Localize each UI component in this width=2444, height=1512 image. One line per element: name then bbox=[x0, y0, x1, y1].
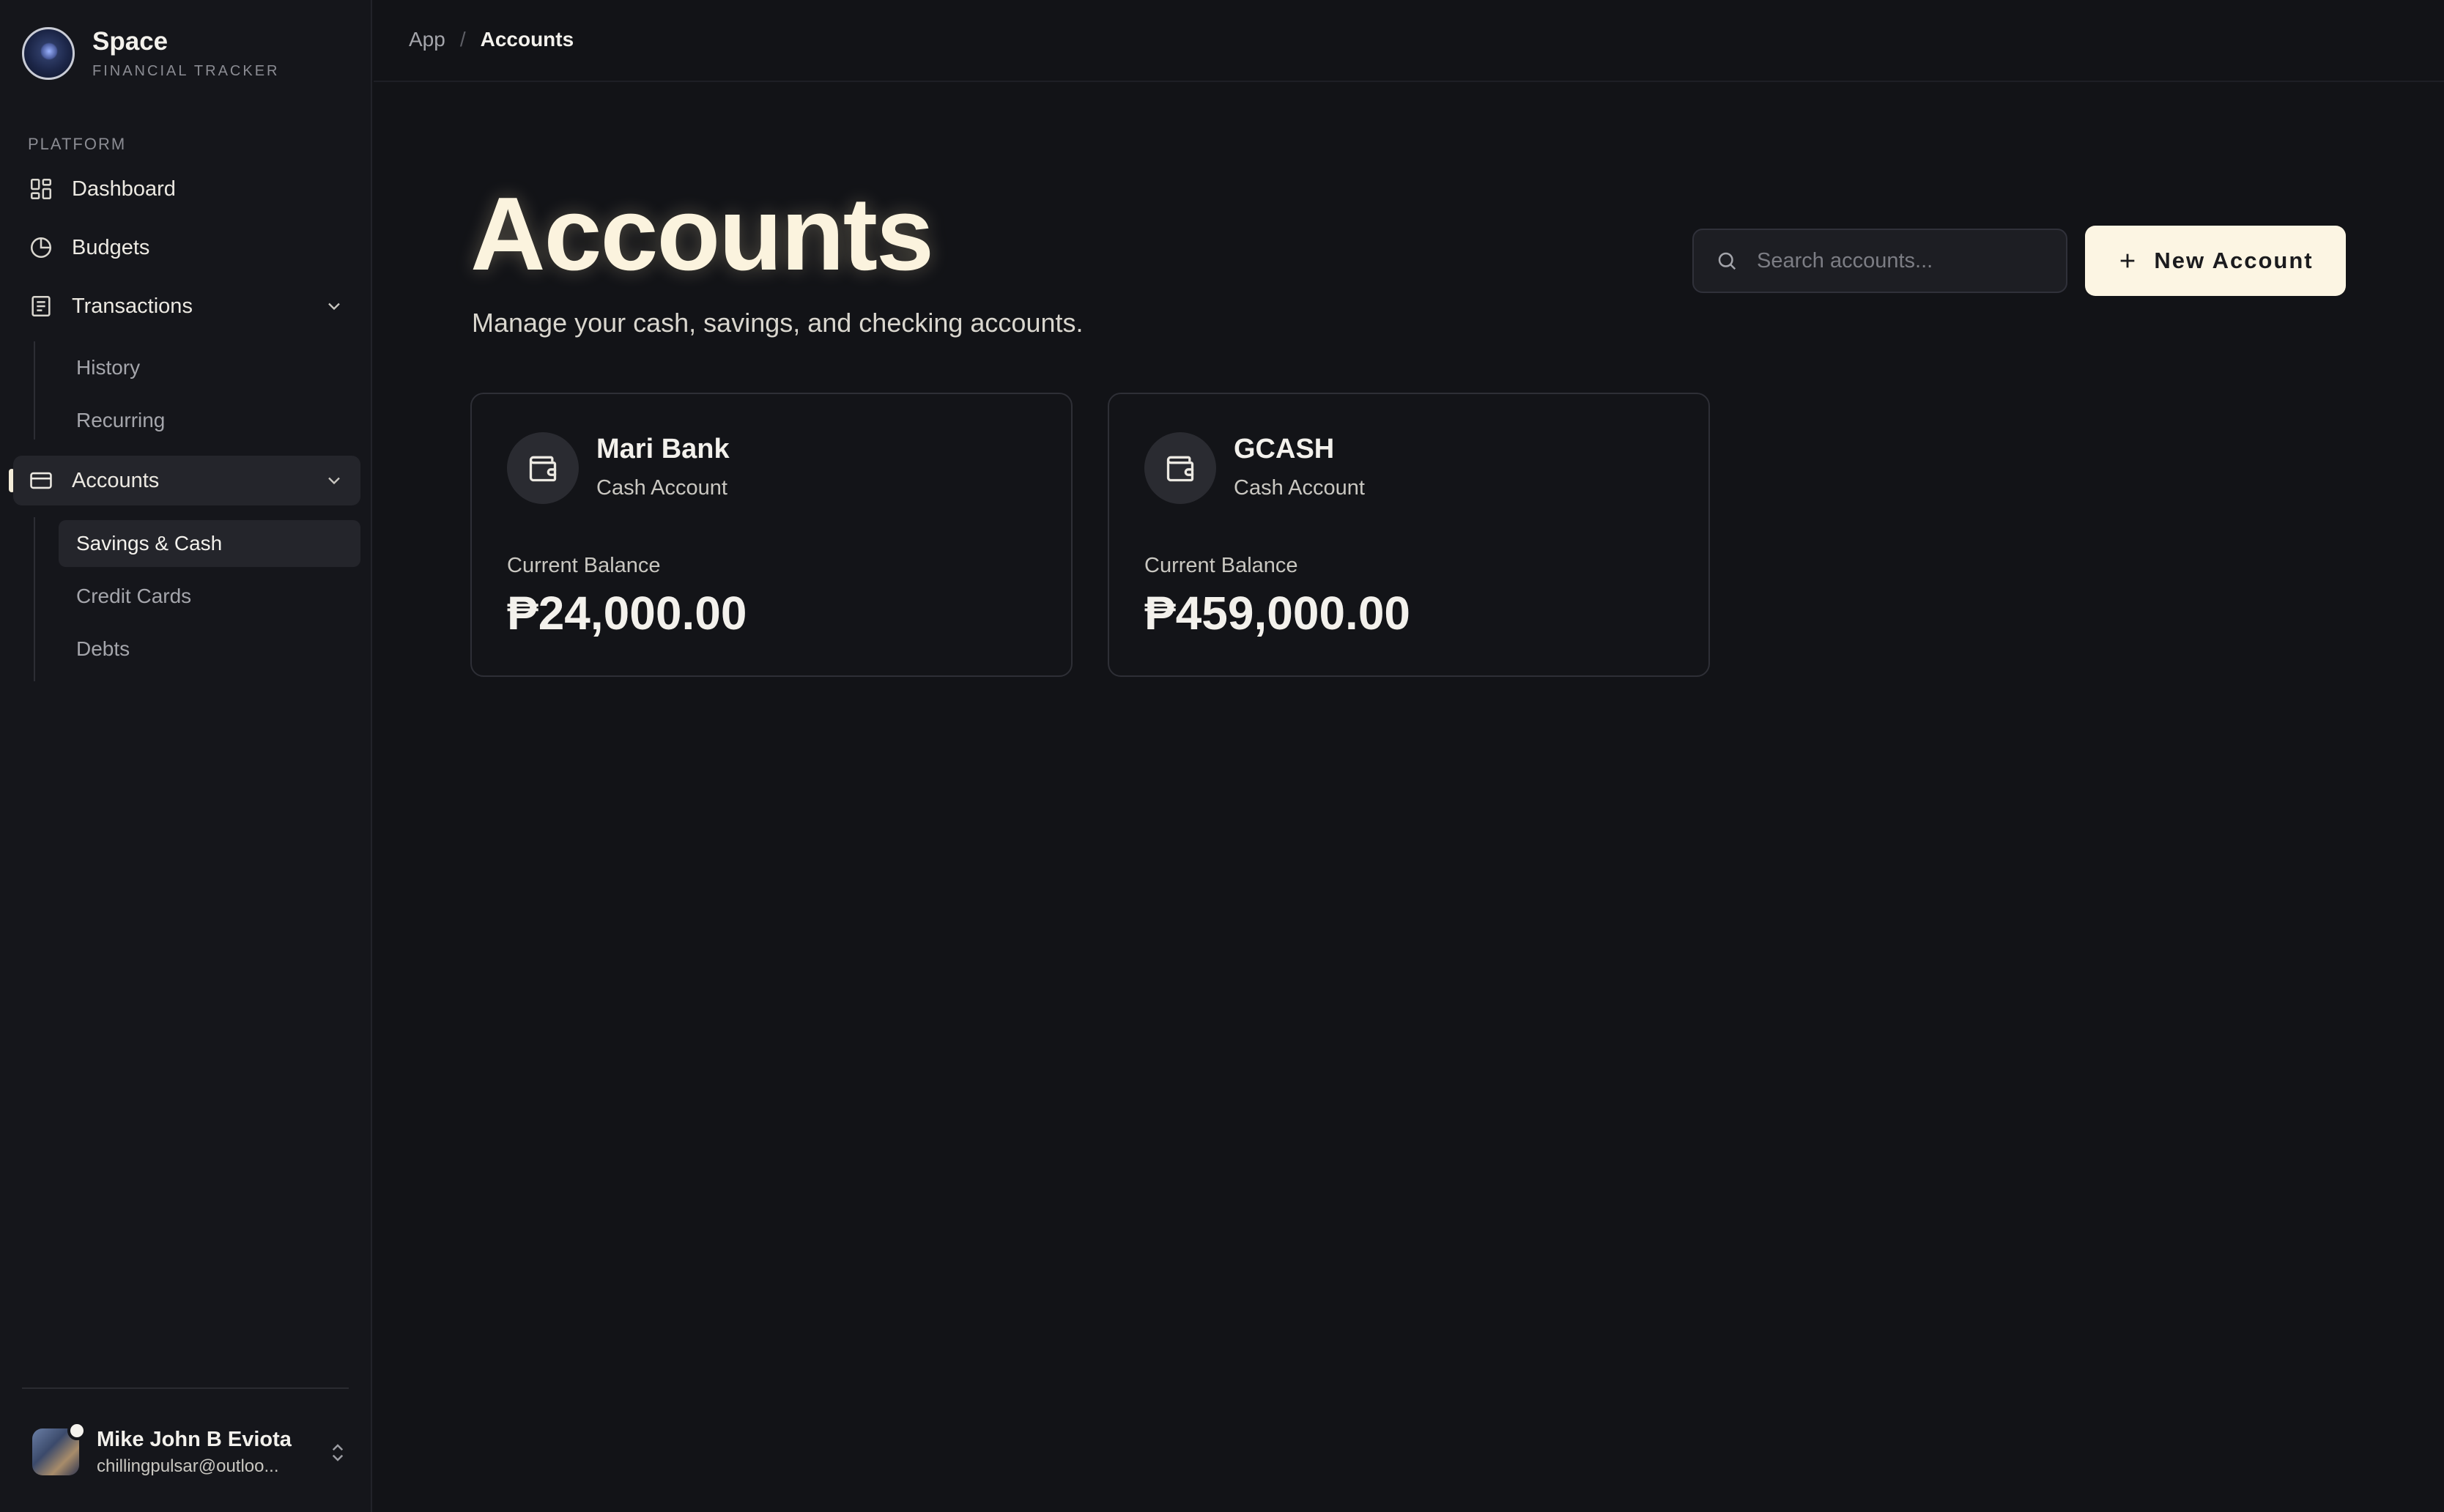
chevrons-up-down-icon[interactable] bbox=[327, 1440, 349, 1465]
account-name: Mari Bank bbox=[596, 434, 730, 464]
breadcrumb: App / Accounts bbox=[409, 28, 574, 51]
page-subtitle: Manage your cash, savings, and checking … bbox=[472, 308, 1084, 338]
sidebar-item-label: Dashboard bbox=[72, 177, 176, 201]
sidebar-item-label: Accounts bbox=[72, 468, 160, 492]
new-account-label: New Account bbox=[2154, 248, 2314, 273]
submenu-guide-line bbox=[34, 341, 35, 440]
balance-label: Current Balance bbox=[1144, 554, 1298, 577]
status-dot bbox=[67, 1421, 86, 1440]
space-logo-icon bbox=[22, 26, 75, 80]
page-title: Accounts bbox=[470, 176, 934, 292]
account-card-mari-bank[interactable]: Mari Bank Cash Account Current Balance ₱… bbox=[470, 393, 1073, 677]
sidebar-subitem-savings-cash[interactable]: Savings & Cash bbox=[59, 520, 360, 567]
user-name: Mike John B Eviota bbox=[97, 1427, 292, 1451]
sidebar: Space FINANCIAL TRACKER PLATFORM Dashboa… bbox=[0, 0, 372, 1512]
receipt-icon bbox=[28, 293, 54, 319]
sidebar-item-accounts[interactable]: Accounts bbox=[13, 456, 360, 505]
avatar bbox=[32, 1421, 86, 1475]
sidebar-item-label: Budgets bbox=[72, 235, 150, 259]
breadcrumb-current: Accounts bbox=[480, 28, 574, 51]
user-email: chillingpulsar@outloo... bbox=[97, 1456, 279, 1476]
brand[interactable]: Space FINANCIAL TRACKER bbox=[22, 26, 279, 80]
search-input[interactable] bbox=[1757, 248, 2050, 273]
app-subtitle: FINANCIAL TRACKER bbox=[92, 63, 280, 79]
search-icon bbox=[1718, 252, 1736, 270]
wallet-icon bbox=[1144, 432, 1216, 504]
account-balance: ₱24,000.00 bbox=[507, 587, 747, 640]
breadcrumb-separator: / bbox=[459, 28, 466, 51]
sidebar-item-label: Transactions bbox=[72, 294, 193, 318]
plus-icon bbox=[2117, 251, 2138, 271]
sidebar-subitem-debts[interactable]: Debts bbox=[59, 626, 360, 672]
wallet-icon bbox=[507, 432, 579, 504]
account-name: GCASH bbox=[1234, 434, 1335, 464]
credit-card-icon bbox=[28, 467, 54, 494]
sidebar-subitem-history[interactable]: History bbox=[59, 344, 360, 391]
account-balance: ₱459,000.00 bbox=[1144, 587, 1410, 640]
dashboard-grid-icon bbox=[28, 176, 54, 202]
chevron-down-icon[interactable] bbox=[324, 470, 344, 491]
account-type: Cash Account bbox=[596, 476, 727, 500]
sidebar-item-dashboard[interactable]: Dashboard bbox=[13, 164, 360, 214]
topbar: App / Accounts bbox=[374, 0, 2444, 82]
user-menu[interactable]: Mike John B Eviota chillingpulsar@outloo… bbox=[32, 1421, 355, 1483]
section-label-platform: PLATFORM bbox=[28, 135, 127, 153]
sidebar-divider bbox=[22, 1387, 349, 1389]
chevron-down-icon[interactable] bbox=[324, 296, 344, 316]
account-card-gcash[interactable]: GCASH Cash Account Current Balance ₱459,… bbox=[1108, 393, 1710, 677]
new-account-button[interactable]: New Account bbox=[2085, 226, 2346, 296]
breadcrumb-app-link[interactable]: App bbox=[409, 28, 445, 51]
balance-label: Current Balance bbox=[507, 554, 661, 577]
sidebar-item-transactions[interactable]: Transactions bbox=[13, 281, 360, 331]
account-type: Cash Account bbox=[1234, 476, 1365, 500]
sidebar-subitem-credit-cards[interactable]: Credit Cards bbox=[59, 573, 360, 620]
pie-chart-icon bbox=[28, 234, 54, 261]
app-root: Space FINANCIAL TRACKER PLATFORM Dashboa… bbox=[0, 0, 2444, 1512]
sidebar-subitem-recurring[interactable]: Recurring bbox=[59, 397, 360, 444]
search-box[interactable] bbox=[1692, 229, 2067, 293]
sidebar-item-budgets[interactable]: Budgets bbox=[13, 223, 360, 273]
submenu-guide-line bbox=[34, 517, 35, 681]
app-name: Space bbox=[92, 27, 169, 56]
